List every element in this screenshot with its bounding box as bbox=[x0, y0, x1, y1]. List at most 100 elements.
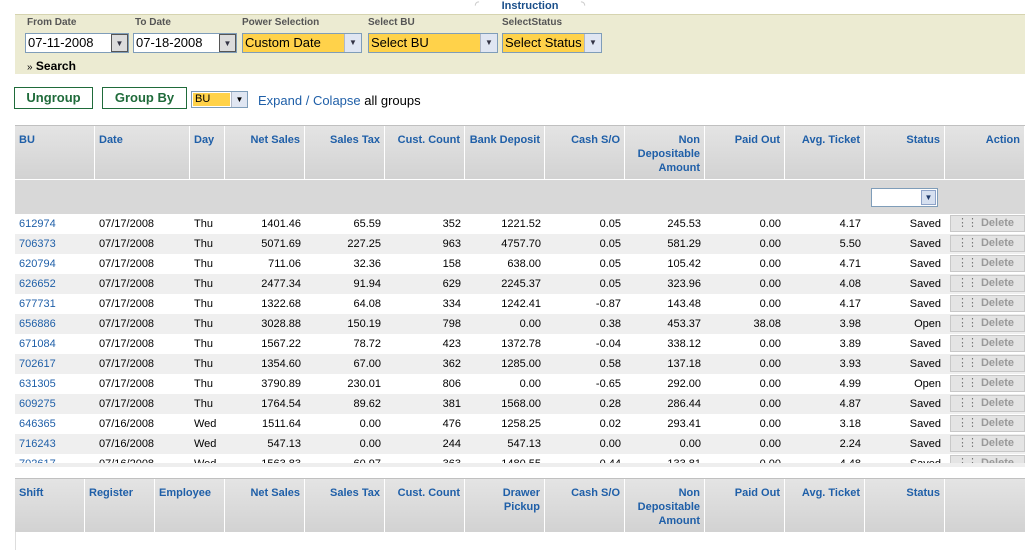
cell-cash-so: 0.05 bbox=[599, 258, 621, 270]
table-row[interactable]: 646365 07/16/2008 Wed 1511.64 0.00 476 1258.25… bbox=[15, 414, 1025, 434]
delete-button[interactable]: ⋮⋮ Delete bbox=[950, 435, 1025, 452]
cell-sales-tax: 65.59 bbox=[353, 218, 381, 230]
chevron-down-icon[interactable]: ▼ bbox=[480, 34, 497, 52]
col-paid-out[interactable]: Paid Out bbox=[705, 126, 785, 180]
col-net-sales[interactable]: Net Sales bbox=[225, 126, 305, 180]
cell-bu[interactable]: 702617 bbox=[15, 454, 95, 463]
chevron-down-icon[interactable]: ▼ bbox=[219, 34, 236, 52]
col-sales-tax[interactable]: Sales Tax bbox=[305, 479, 385, 533]
select-status-dropdown[interactable]: Select Status ▼ bbox=[502, 33, 602, 53]
chevron-down-icon[interactable]: ▼ bbox=[111, 34, 128, 52]
table-row[interactable]: 706373 07/17/2008 Thu 5071.69 227.25 963 4757.… bbox=[15, 234, 1025, 254]
col-bank-deposit[interactable]: Bank Deposit bbox=[465, 126, 545, 180]
col-register[interactable]: Register bbox=[85, 479, 155, 533]
cell-bu[interactable]: 671084 bbox=[15, 334, 95, 354]
delete-button[interactable]: ⋮⋮ Delete bbox=[950, 455, 1025, 463]
col-status[interactable]: Status bbox=[865, 479, 945, 533]
cell-bu[interactable]: 646365 bbox=[15, 414, 95, 434]
cell-date: 07/16/2008 bbox=[99, 438, 155, 450]
delete-button[interactable]: ⋮⋮ Delete bbox=[950, 275, 1025, 292]
cell-avg-ticket: 2.24 bbox=[839, 438, 861, 450]
cell-bu[interactable]: 716243 bbox=[15, 434, 95, 454]
cell-date: 07/17/2008 bbox=[99, 218, 155, 230]
cell-sales-tax: 64.08 bbox=[353, 298, 381, 310]
table-row[interactable]: 626652 07/17/2008 Thu 2477.34 91.94 629 2245.3… bbox=[15, 274, 1025, 294]
col-avg-ticket[interactable]: Avg. Ticket bbox=[785, 126, 865, 180]
col-day[interactable]: Day bbox=[190, 126, 225, 180]
cell-status: Saved bbox=[909, 278, 941, 290]
chevron-down-icon[interactable]: ▼ bbox=[344, 34, 361, 52]
cell-cust-count: 806 bbox=[442, 378, 461, 390]
cell-cash-so: -0.87 bbox=[595, 298, 621, 310]
table-row[interactable]: 656886 07/17/2008 Thu 3028.88 150.19 798 0.00 0… bbox=[15, 314, 1025, 334]
group-by-button[interactable]: Group By bbox=[102, 87, 187, 109]
cell-date: 07/17/2008 bbox=[99, 338, 155, 350]
col-net-sales[interactable]: Net Sales bbox=[225, 479, 305, 533]
col-cust-count[interactable]: Cust. Count bbox=[385, 479, 465, 533]
delete-button[interactable]: ⋮⋮ Delete bbox=[950, 215, 1025, 232]
chevron-down-icon[interactable]: ▼ bbox=[584, 34, 601, 52]
table-row[interactable]: 631305 07/17/2008 Thu 3790.89 230.01 806 0.00 -… bbox=[15, 374, 1025, 394]
delete-button[interactable]: ⋮⋮ Delete bbox=[950, 415, 1025, 432]
table-row[interactable]: 70261707/16/2008Wed1563.8360.973631480.5… bbox=[15, 454, 1025, 463]
delete-button[interactable]: ⋮⋮ Delete bbox=[950, 395, 1025, 412]
delete-button[interactable]: ⋮⋮ Delete bbox=[950, 355, 1025, 372]
col-paid-out[interactable]: Paid Out bbox=[705, 479, 785, 533]
col-avg-ticket[interactable]: Avg. Ticket bbox=[785, 479, 865, 533]
delete-button[interactable]: ⋮⋮ Delete bbox=[950, 255, 1025, 272]
cell-bu[interactable]: 656886 bbox=[15, 314, 95, 334]
instruction-tab[interactable]: ◜ Instruction ◝ bbox=[475, 0, 585, 14]
table-row[interactable]: 716243 07/16/2008 Wed 547.13 0.00 244 547.13 0.… bbox=[15, 434, 1025, 454]
cell-bu[interactable]: 612974 bbox=[15, 214, 95, 234]
col-shift[interactable]: Shift bbox=[15, 479, 85, 533]
table-row[interactable]: 612974 07/17/2008 Thu 1401.46 65.59 352 1221.5… bbox=[15, 214, 1025, 234]
delete-button[interactable]: ⋮⋮ Delete bbox=[950, 315, 1025, 332]
group-by-select[interactable]: BU ▼ bbox=[191, 91, 248, 108]
cell-bu[interactable]: 609275 bbox=[15, 394, 95, 414]
status-filter-select[interactable]: ▼ bbox=[871, 188, 938, 207]
select-bu-dropdown[interactable]: Select BU ▼ bbox=[368, 33, 498, 53]
table-row[interactable]: 677731 07/17/2008 Thu 1322.68 64.08 334 1242.4… bbox=[15, 294, 1025, 314]
cell-bank-deposit: 1221.52 bbox=[501, 218, 541, 230]
table-row[interactable]: 702617 07/17/2008 Thu 1354.60 67.00 362 1285.0… bbox=[15, 354, 1025, 374]
delete-button[interactable]: ⋮⋮ Delete bbox=[950, 235, 1025, 252]
cell-cust-count: 963 bbox=[442, 238, 461, 250]
table-row[interactable]: 671084 07/17/2008 Thu 1567.22 78.72 423 1372.7… bbox=[15, 334, 1025, 354]
cell-sales-tax: 230.01 bbox=[347, 378, 381, 390]
power-selection-select[interactable]: Custom Date ▼ bbox=[242, 33, 362, 53]
cell-paid-out: 0.00 bbox=[705, 454, 785, 463]
col-date[interactable]: Date bbox=[95, 126, 190, 180]
delete-button[interactable]: ⋮⋮ Delete bbox=[950, 295, 1025, 312]
col-bu[interactable]: BU bbox=[15, 126, 95, 180]
cell-bu[interactable]: 626652 bbox=[15, 274, 95, 294]
col-non-depositable[interactable]: Non Depositable Amount bbox=[625, 126, 705, 180]
chevron-down-icon[interactable]: ▼ bbox=[231, 92, 247, 107]
cell-bank-deposit: 1480.55 bbox=[465, 454, 545, 463]
collapse-link[interactable]: Colapse bbox=[313, 93, 361, 108]
cell-sales-tax: 60.97 bbox=[305, 454, 385, 463]
search-link[interactable]: » Search bbox=[27, 59, 76, 73]
horizontal-scrollbar[interactable] bbox=[15, 463, 1025, 467]
expand-link[interactable]: Expand bbox=[258, 93, 302, 108]
col-cash-so[interactable]: Cash S/O bbox=[545, 126, 625, 180]
cell-bu[interactable]: 620794 bbox=[15, 254, 95, 274]
delete-button[interactable]: ⋮⋮ Delete bbox=[950, 375, 1025, 392]
delete-button[interactable]: ⋮⋮ Delete bbox=[950, 335, 1025, 352]
col-status[interactable]: Status bbox=[865, 126, 945, 180]
to-date-select[interactable]: 07-18-2008 ▼ bbox=[133, 33, 237, 53]
col-drawer-pickup[interactable]: Drawer Pickup bbox=[465, 479, 545, 533]
ungroup-button[interactable]: Ungroup bbox=[14, 87, 93, 109]
cell-bu[interactable]: 706373 bbox=[15, 234, 95, 254]
chevron-down-icon[interactable]: ▼ bbox=[921, 190, 936, 205]
from-date-select[interactable]: 07-11-2008 ▼ bbox=[25, 33, 129, 53]
col-sales-tax[interactable]: Sales Tax bbox=[305, 126, 385, 180]
cell-bu[interactable]: 631305 bbox=[15, 374, 95, 394]
col-non-depositable[interactable]: Non Depositable Amount bbox=[625, 479, 705, 533]
cell-bu[interactable]: 677731 bbox=[15, 294, 95, 314]
table-row[interactable]: 609275 07/17/2008 Thu 1764.54 89.62 381 1568.0… bbox=[15, 394, 1025, 414]
cell-bu[interactable]: 702617 bbox=[15, 354, 95, 374]
col-employee[interactable]: Employee bbox=[155, 479, 225, 533]
col-cash-so[interactable]: Cash S/O bbox=[545, 479, 625, 533]
table-row[interactable]: 620794 07/17/2008 Thu 711.06 32.36 158 638.00 0… bbox=[15, 254, 1025, 274]
col-cust-count[interactable]: Cust. Count bbox=[385, 126, 465, 180]
